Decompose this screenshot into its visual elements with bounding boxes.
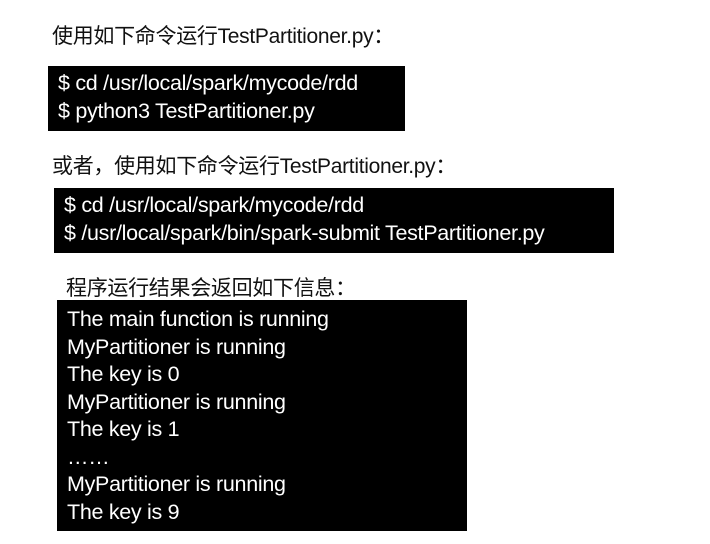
code-block-2: $ cd /usr/local/spark/mycode/rdd $ /usr/… (54, 188, 614, 253)
code-line: $ python3 TestPartitioner.py (58, 98, 315, 123)
output-line: The key is 0 (67, 362, 180, 386)
code-line: $ /usr/local/spark/bin/spark-submit Test… (64, 220, 545, 245)
slide: 使用如下命令运行TestPartitioner.py： $ cd /usr/lo… (0, 0, 710, 544)
intro-text-1: 使用如下命令运行TestPartitioner.py： (52, 25, 394, 48)
code-line: $ cd /usr/local/spark/mycode/rdd (58, 71, 358, 95)
intro-text-2: 或者，使用如下命令运行TestPartitioner.py： (52, 155, 457, 178)
code-block-1: $ cd /usr/local/spark/mycode/rdd $ pytho… (48, 66, 405, 131)
output-block: The main function is running MyPartition… (57, 300, 467, 531)
output-line: The key is 1 (67, 417, 180, 441)
output-line: MyPartitioner is running (67, 334, 286, 359)
code-line: $ cd /usr/local/spark/mycode/rdd (64, 193, 364, 217)
intro-text-3: 程序运行结果会返回如下信息： (66, 277, 356, 300)
output-line: The main function is running (67, 307, 329, 331)
output-line: MyPartitioner is running (67, 389, 286, 414)
output-line: MyPartitioner is running (67, 472, 286, 496)
output-line: …… (67, 444, 110, 469)
output-line: The key is 9 (67, 499, 180, 524)
